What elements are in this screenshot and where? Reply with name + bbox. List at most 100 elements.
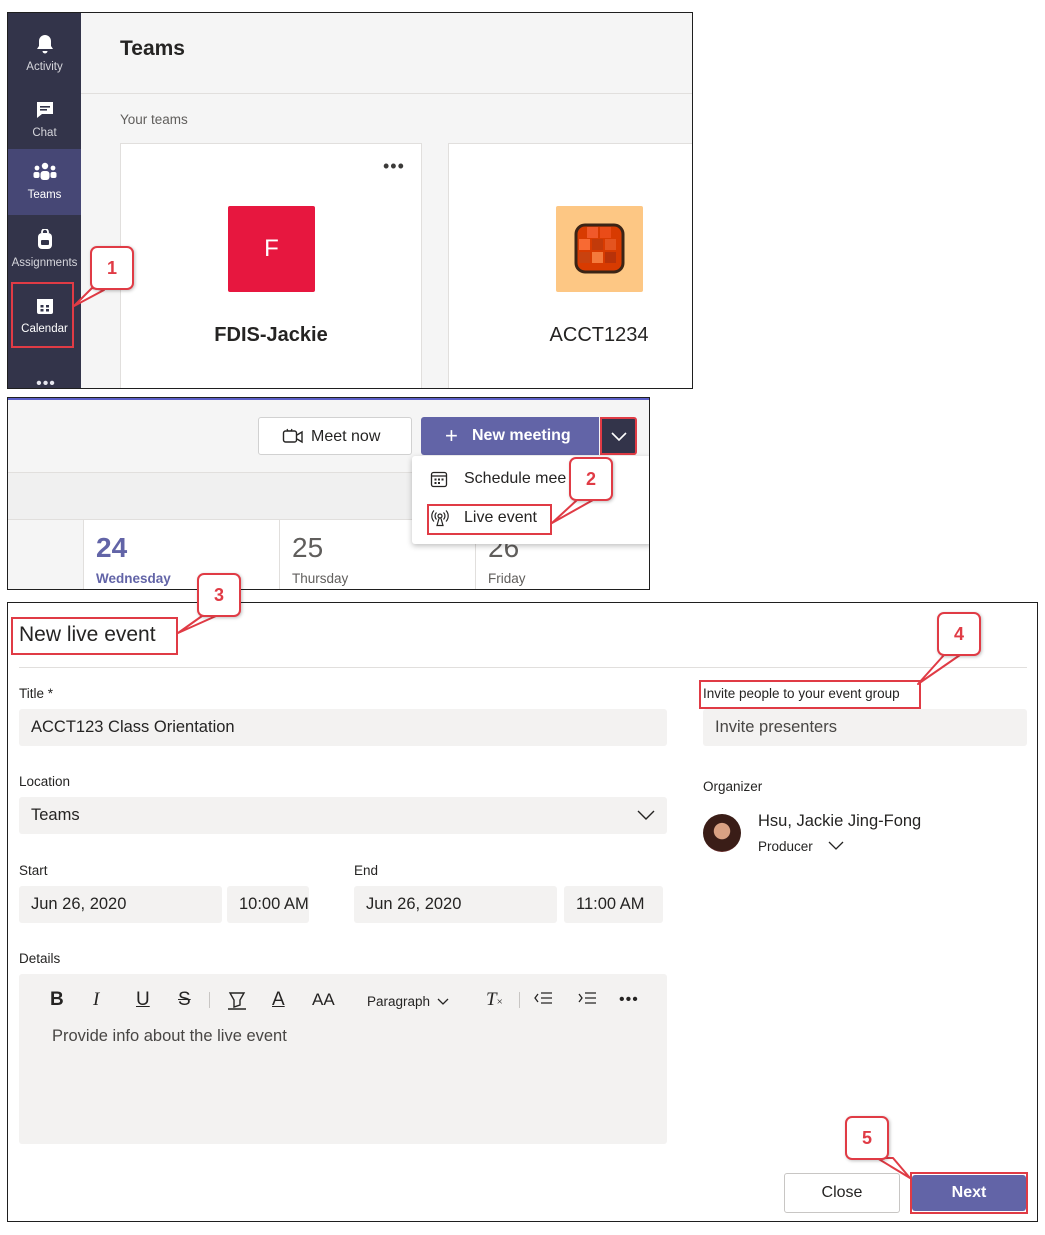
next-button-highlight xyxy=(910,1172,1028,1214)
strikethrough-button[interactable]: S xyxy=(178,988,191,1012)
team-avatar: F xyxy=(228,206,315,292)
menu-item-label: Schedule mee xyxy=(464,470,567,487)
close-button[interactable]: Close xyxy=(784,1173,900,1213)
office-grid-icon xyxy=(574,223,625,274)
clear-formatting-button[interactable]: T× xyxy=(486,988,503,1012)
end-date-picker[interactable]: Jun 26, 2020 xyxy=(354,886,557,923)
rail-more-icon[interactable]: ••• xyxy=(26,375,66,388)
teams-icon xyxy=(8,161,81,185)
calendar-panel: Meet now + New meeting 24 Wednesday 25 T… xyxy=(7,397,650,590)
day-number: 25 xyxy=(292,532,324,563)
team-name: FDIS-Jackie xyxy=(214,324,328,346)
day-column[interactable]: 24 Wednesday xyxy=(83,520,279,589)
rail-label: Assignments xyxy=(11,257,78,269)
decrease-indent-button[interactable] xyxy=(532,988,554,1012)
chevron-down-icon[interactable] xyxy=(828,841,844,851)
organizer-label: Organizer xyxy=(703,779,763,794)
page-title: Teams xyxy=(120,37,185,60)
calendar-highlight xyxy=(11,282,74,348)
invite-presenters-input[interactable]: Invite presenters xyxy=(703,709,1027,746)
start-time-picker[interactable]: 10:00 AM xyxy=(227,886,309,923)
new-meeting-dropdown-button[interactable] xyxy=(600,417,637,455)
end-label: End xyxy=(354,863,379,878)
meet-now-label: Meet now xyxy=(311,428,381,445)
callout-5: 5 xyxy=(845,1116,889,1160)
end-time-picker[interactable]: 11:00 AM xyxy=(564,886,663,923)
start-time-value: 10:00 AM xyxy=(239,895,309,913)
title-input[interactable]: ACCT123 Class Orientation xyxy=(19,709,667,746)
section-label: Your teams xyxy=(120,112,188,127)
rail-label: Chat xyxy=(32,127,57,139)
end-time-value: 11:00 AM xyxy=(576,895,645,913)
rail-label: Activity xyxy=(26,61,63,73)
dialog-divider xyxy=(19,667,1027,668)
rail-item-chat[interactable]: Chat xyxy=(8,87,81,153)
clear-x-icon: × xyxy=(496,996,503,1008)
calendar-grid-icon xyxy=(430,470,448,493)
rail-item-teams[interactable]: Teams xyxy=(8,149,81,215)
chevron-down-icon xyxy=(611,432,627,442)
dialog-title-highlight xyxy=(11,617,178,655)
title-label: Title * xyxy=(19,686,54,701)
highlight-button[interactable] xyxy=(226,988,248,1012)
toolbar-divider xyxy=(519,992,520,1008)
start-date-picker[interactable]: Jun 26, 2020 xyxy=(19,886,222,923)
location-value: Teams xyxy=(31,806,80,824)
header-divider xyxy=(81,93,692,94)
organizer-role[interactable]: Producer xyxy=(758,839,813,854)
rail-item-assignments[interactable]: Assignments xyxy=(8,217,81,283)
title-value: ACCT123 Class Orientation xyxy=(31,718,235,736)
paragraph-style-label: Paragraph xyxy=(367,994,431,1009)
highlighter-icon xyxy=(228,992,246,1010)
meet-now-button[interactable]: Meet now xyxy=(258,417,412,455)
backpack-icon xyxy=(8,228,81,253)
day-name: Friday xyxy=(488,571,526,586)
font-size-button[interactable]: AA xyxy=(312,988,335,1012)
team-name: ACCT1234 xyxy=(549,324,649,346)
location-select[interactable]: Teams xyxy=(19,797,667,834)
bell-icon xyxy=(8,33,81,57)
end-date-value: Jun 26, 2020 xyxy=(366,895,462,913)
bold-button[interactable]: B xyxy=(50,988,64,1012)
chevron-down-icon xyxy=(637,810,655,820)
organizer-name: Hsu, Jackie Jing-Fong xyxy=(758,812,922,830)
plus-icon: + xyxy=(445,423,458,448)
italic-button[interactable]: I xyxy=(93,988,99,1012)
details-placeholder: Provide info about the live event xyxy=(52,1027,287,1045)
increase-indent-button[interactable] xyxy=(576,988,598,1012)
start-label: Start xyxy=(19,863,48,878)
clear-formatting-label: T xyxy=(486,989,497,1010)
more-options-icon[interactable]: ••• xyxy=(383,156,405,177)
callout-3: 3 xyxy=(197,573,241,617)
details-label: Details xyxy=(19,951,61,966)
invite-placeholder: Invite presenters xyxy=(715,718,837,736)
chevron-down-icon xyxy=(437,998,449,1005)
day-name: Wednesday xyxy=(96,571,171,586)
menu-item-schedule-meeting[interactable]: Schedule mee xyxy=(412,460,649,498)
video-camera-icon xyxy=(282,427,304,452)
avatar xyxy=(703,814,741,852)
indent-icon xyxy=(578,992,596,1004)
underline-button[interactable]: U xyxy=(136,988,150,1012)
chat-icon xyxy=(8,99,81,123)
teams-app-panel: Activity Chat Teams Assignments Calendar xyxy=(7,12,693,389)
new-meeting-button[interactable]: + New meeting xyxy=(421,417,599,455)
toolbar-divider xyxy=(209,992,210,1008)
start-date-value: Jun 26, 2020 xyxy=(31,895,127,913)
more-options-icon[interactable]: ••• xyxy=(619,988,639,1012)
font-color-button[interactable]: A xyxy=(272,988,285,1012)
new-meeting-label: New meeting xyxy=(472,427,571,444)
callout-2: 2 xyxy=(569,457,613,501)
live-event-highlight xyxy=(427,504,552,535)
team-card-fdis-jackie[interactable]: ••• F FDIS-Jackie xyxy=(120,143,422,388)
invite-label-highlight xyxy=(699,680,921,709)
callout-1: 1 xyxy=(90,246,134,290)
team-avatar xyxy=(556,206,643,292)
paragraph-style-dropdown[interactable]: Paragraph xyxy=(367,990,449,1014)
rail-item-activity[interactable]: Activity xyxy=(8,21,81,87)
outdent-icon xyxy=(534,992,552,1004)
location-label: Location xyxy=(19,774,71,789)
details-editor[interactable]: B I U S A AA Paragraph T× ••• Provide in… xyxy=(19,974,667,1144)
team-card-acct1234[interactable]: ACCT1234 xyxy=(448,143,692,388)
day-number: 24 xyxy=(96,532,128,563)
